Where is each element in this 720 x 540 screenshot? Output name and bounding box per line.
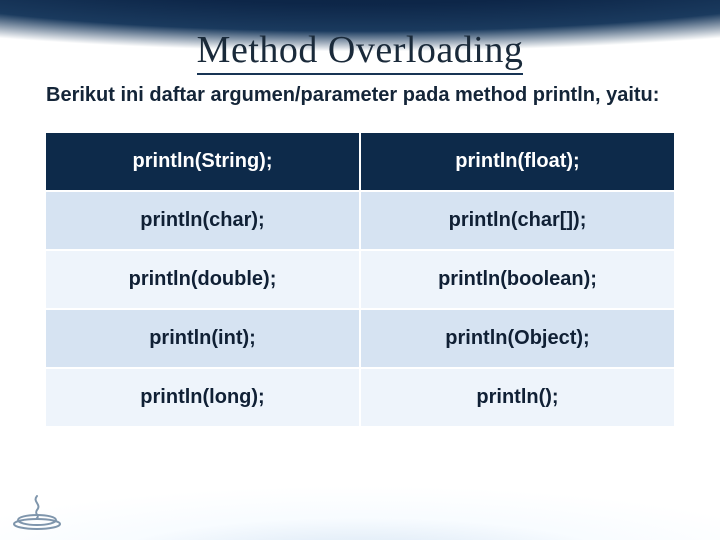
cell-method: println(String); [45, 132, 360, 191]
table-row: println(long); println(); [45, 368, 675, 427]
table-row: println(double); println(boolean); [45, 250, 675, 309]
cell-method: println(long); [45, 368, 360, 427]
methods-table: println(String); println(float); println… [44, 131, 676, 428]
cell-method: println(float); [360, 132, 675, 191]
table-row: println(String); println(float); [45, 132, 675, 191]
slide-subtitle: Berikut ini daftar argumen/parameter pad… [44, 78, 676, 109]
cell-method: println(boolean); [360, 250, 675, 309]
cell-method: println(char[]); [360, 191, 675, 250]
title-text: Method Overloading [197, 29, 524, 75]
cell-method: println(char); [45, 191, 360, 250]
cell-method: println(int); [45, 309, 360, 368]
logo-icon [12, 494, 62, 530]
table-row: println(char); println(char[]); [45, 191, 675, 250]
slide: Method Overloading Berikut ini daftar ar… [0, 0, 720, 540]
slide-title: Method Overloading [44, 28, 676, 72]
cell-method: println(); [360, 368, 675, 427]
table-row: println(int); println(Object); [45, 309, 675, 368]
cell-method: println(double); [45, 250, 360, 309]
cell-method: println(Object); [360, 309, 675, 368]
